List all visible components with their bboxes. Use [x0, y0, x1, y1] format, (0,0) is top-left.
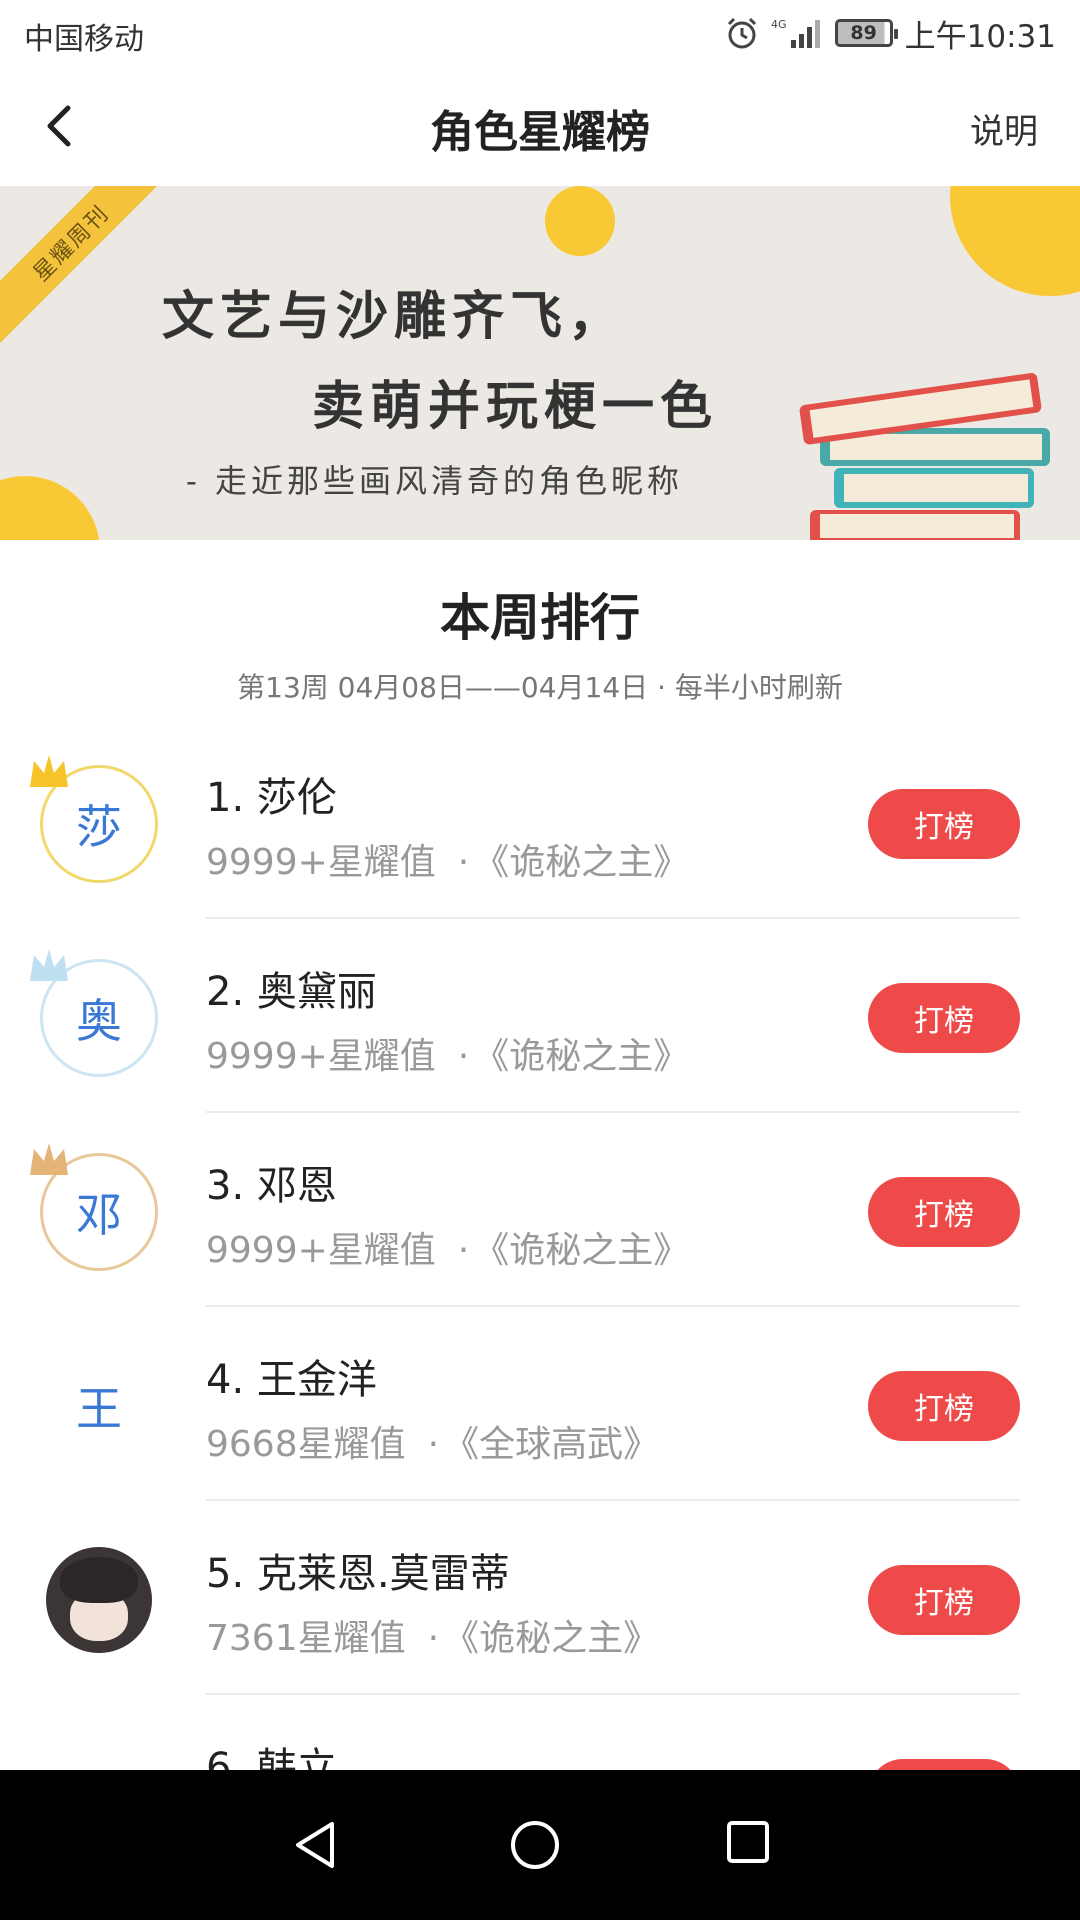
avatar: 邓	[30, 1143, 158, 1271]
avatar-letter: 王	[40, 1347, 158, 1465]
item-book: 《全球高武》	[461, 1424, 660, 1465]
avatar: 奥	[30, 949, 158, 1077]
vote-button[interactable]: 打榜	[868, 789, 1020, 859]
help-link[interactable]: 说明	[970, 104, 1038, 153]
vote-button[interactable]: 打榜	[868, 983, 1020, 1053]
item-score: 7361星耀值	[206, 1618, 406, 1659]
character-photo-avatar	[46, 1547, 152, 1653]
decor-circle	[545, 186, 615, 256]
signal-icon: 4G	[771, 18, 820, 48]
alarm-icon	[727, 17, 756, 49]
triangle-back-icon[interactable]	[290, 1818, 340, 1872]
circle-home-icon[interactable]	[508, 1818, 562, 1872]
battery-icon: 89	[834, 19, 898, 47]
ribbon-label: 星耀周刊	[28, 200, 115, 287]
item-book: 《诡秘之主》	[491, 1036, 690, 1077]
item-meta: 7361星耀值 · 《诡秘之主》	[206, 1618, 660, 1659]
banner-ribbon: 星耀周刊	[0, 186, 178, 350]
rank-period: 第13周 04月08日——04月14日 · 每半小时刷新	[237, 671, 843, 704]
crown-icon	[30, 1143, 68, 1175]
status-icons: 4G 89 上午10:31	[725, 10, 1056, 56]
item-score: 9999+星耀值	[206, 842, 436, 883]
list-item[interactable]: 奥 2. 奥黛丽 9999+星耀值 · 《诡秘之主》 打榜	[0, 919, 1080, 1113]
item-name: 2. 奥黛丽	[206, 969, 377, 1015]
vote-button[interactable]: 打榜	[868, 1371, 1020, 1441]
books-illustration-icon	[799, 373, 1050, 540]
banner-subline: - 走近那些画风清奇的角色昵称	[186, 462, 683, 500]
item-name: 3. 邓恩	[206, 1163, 337, 1209]
item-score: 9999+星耀值	[206, 1036, 436, 1077]
page-header: 角色星耀榜 说明	[0, 66, 1080, 186]
vote-button[interactable]: 打榜	[868, 1565, 1020, 1635]
item-book: 《诡秘之主》	[491, 1230, 690, 1271]
battery-level: 89	[850, 22, 877, 44]
list-item[interactable]: 王 4. 王金洋 9668星耀值 · 《全球高武》 打榜	[0, 1307, 1080, 1501]
item-name: 4. 王金洋	[206, 1357, 377, 1403]
avatar: 王	[40, 1347, 158, 1465]
decor-circle	[0, 476, 100, 540]
list-item[interactable]: 邓 3. 邓恩 9999+星耀值 · 《诡秘之主》 打榜	[0, 1113, 1080, 1307]
page-title: 角色星耀榜	[430, 107, 650, 158]
section-title: 本周排行	[440, 588, 640, 647]
carrier-name: 中国移动	[24, 22, 144, 57]
decor-circle	[950, 186, 1080, 296]
clock: 上午10:31	[904, 18, 1056, 55]
network-type-label: 4G	[771, 18, 787, 31]
item-meta: 9999+星耀值 · 《诡秘之主》	[206, 1036, 690, 1077]
item-name: 5. 克莱恩.莫雷蒂	[206, 1551, 510, 1597]
item-score: 9668星耀值	[206, 1424, 406, 1465]
item-meta: 9999+星耀值 · 《诡秘之主》	[206, 1230, 690, 1271]
item-meta: 9668星耀值 · 《全球高武》	[206, 1424, 660, 1465]
item-book: 《诡秘之主》	[461, 1618, 660, 1659]
banner-headline-1: 文艺与沙雕齐飞，	[162, 286, 627, 347]
item-book: 《诡秘之主》	[491, 842, 690, 883]
item-score: 9999+星耀值	[206, 1230, 436, 1271]
avatar	[40, 1541, 158, 1659]
system-nav-bar	[0, 1770, 1080, 1920]
item-meta: 9999+星耀值 · 《诡秘之主》	[206, 842, 690, 883]
crown-icon	[30, 949, 68, 981]
status-bar: 中国移动 4G 89 上午10:31	[0, 0, 1080, 66]
avatar: 莎	[30, 755, 158, 883]
crown-icon	[30, 755, 68, 787]
square-recent-icon[interactable]	[724, 1818, 772, 1866]
list-item[interactable]: 5. 克莱恩.莫雷蒂 7361星耀值 · 《诡秘之主》 打榜	[0, 1501, 1080, 1695]
vote-button[interactable]: 打榜	[868, 1177, 1020, 1247]
rank-list: 莎 1. 莎伦 9999+星耀值 · 《诡秘之主》 打榜 奥 2. 奥黛丽 9999…	[0, 725, 1080, 1889]
list-item[interactable]: 莎 1. 莎伦 9999+星耀值 · 《诡秘之主》 打榜	[0, 725, 1080, 919]
banner-headline-2: 卖萌并玩梗一色	[312, 376, 719, 437]
item-name: 1. 莎伦	[206, 775, 337, 821]
promo-banner[interactable]: 星耀周刊 文艺与沙雕齐飞， 卖萌并玩梗一色 - 走近那些画风清奇的角色昵称	[0, 186, 1080, 540]
